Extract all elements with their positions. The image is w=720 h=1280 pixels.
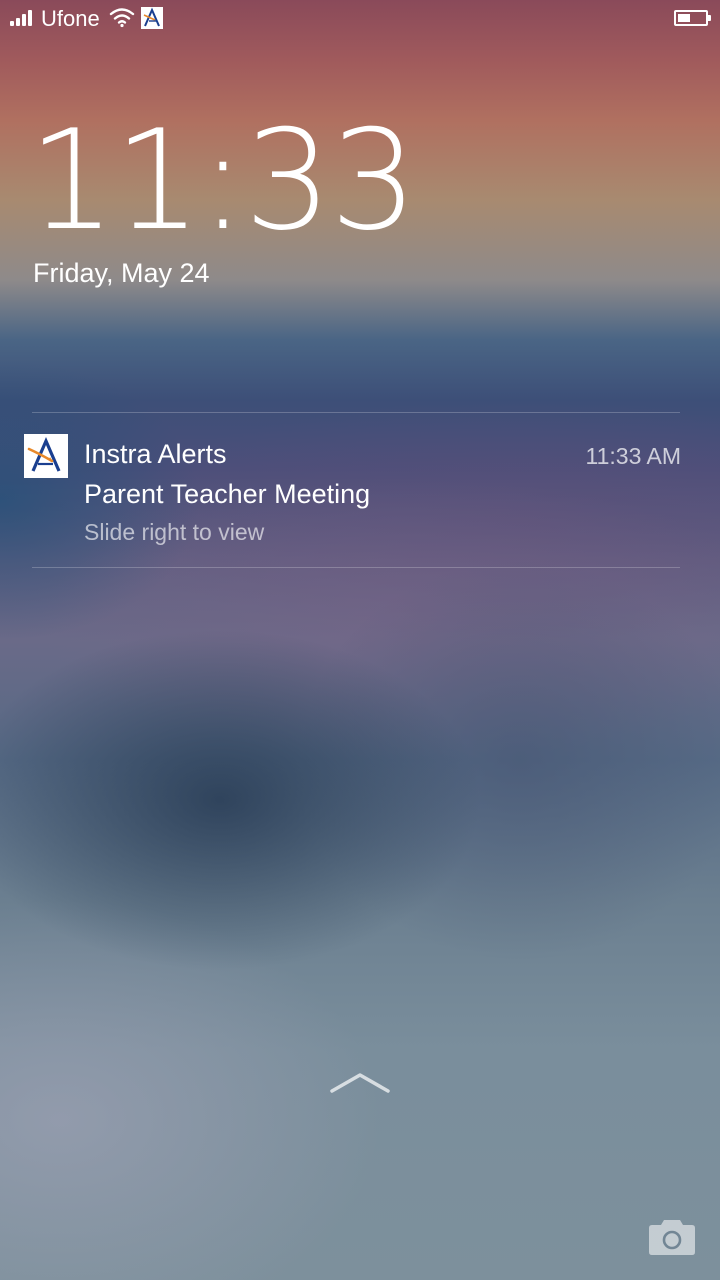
status-bar: Ufone: [0, 0, 720, 38]
camera-icon[interactable]: [648, 1216, 696, 1256]
notification-app-name: Instra Alerts: [84, 439, 227, 469]
notification-divider-bottom: [32, 567, 680, 568]
instra-alerts-icon: [24, 434, 68, 478]
lock-date: Friday, May 24: [33, 258, 210, 288]
battery-level: [678, 14, 690, 22]
notification-time: 11:33 AM: [585, 443, 681, 469]
notification-card[interactable]: Instra Alerts 11:33 AM Parent Teacher Me…: [0, 413, 720, 567]
signal-bars-icon: [10, 10, 38, 26]
carrier-name: Ufone: [41, 6, 100, 31]
notification-title: Parent Teacher Meeting: [84, 479, 371, 509]
instra-alerts-icon: [141, 7, 163, 29]
lock-clock: 11:33: [28, 100, 418, 261]
wifi-icon: [109, 8, 135, 28]
lock-screen: Ufone 11:33 Friday, May 24 Instra Alerts: [0, 0, 720, 1280]
chevron-up-icon[interactable]: [330, 1070, 390, 1096]
notification-subtitle: Slide right to view: [84, 519, 265, 545]
battery-icon: [674, 10, 711, 26]
